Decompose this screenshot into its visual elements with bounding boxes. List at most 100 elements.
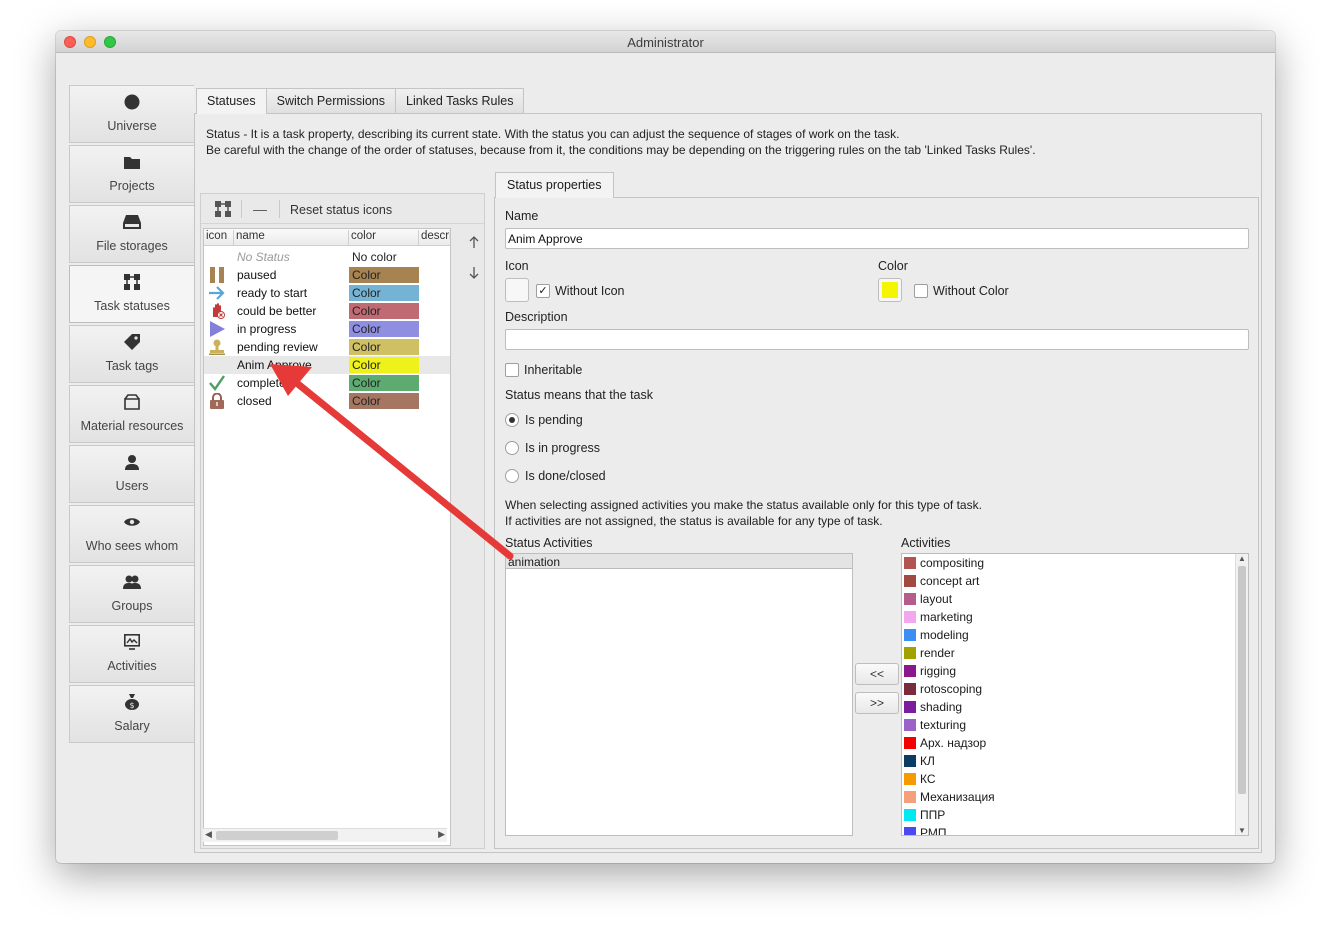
horizontal-scrollbar[interactable]: ◀ ▶ [203,828,447,842]
sidebar-item-task-tags[interactable]: Task tags [69,325,194,383]
color-picker-button[interactable] [878,278,902,302]
list-item[interactable]: concept art [904,572,979,590]
activities-note-line-2: If activities are not assigned, the stat… [505,514,883,528]
remove-status-button[interactable]: — [251,200,269,218]
sidebar-item-label: Universe [107,119,157,133]
scrollbar-thumb[interactable] [216,831,338,840]
sidebar-item-universe[interactable]: Universe [69,85,194,143]
sidebar-item-material-resources[interactable]: Material resources [69,385,194,443]
tab-linked-tasks-rules[interactable]: Linked Tasks Rules [395,88,525,113]
icon-picker-button[interactable] [505,278,529,302]
list-item[interactable]: РМП [904,824,947,835]
table-row[interactable]: ready to start Color [204,284,450,302]
list-item[interactable]: marketing [904,608,973,626]
is-pending-radio[interactable] [505,413,519,427]
without-color-checkbox[interactable] [914,284,928,298]
is-in-progress-radio[interactable] [505,441,519,455]
list-item[interactable]: rotoscoping [904,680,982,698]
scroll-right-icon[interactable]: ▶ [438,829,445,840]
move-down-button[interactable] [466,265,482,281]
scrollbar-thumb[interactable] [1238,566,1246,794]
sidebar-item-groups[interactable]: Groups [69,565,194,623]
status-name: No Status [237,250,290,264]
activities-label: Activities [901,536,951,550]
table-row[interactable]: closed Color [204,392,450,410]
scroll-down-icon[interactable]: ▼ [1238,826,1246,835]
status-name: Anim Approve [237,358,312,372]
info-line-1: Status - It is a task property, describi… [206,127,900,141]
list-item[interactable]: rigging [904,662,956,680]
tab-switch-permissions[interactable]: Switch Permissions [265,88,397,113]
status-activities-list[interactable]: animation [505,553,853,836]
status-color-cell[interactable]: Color [349,393,419,409]
list-item[interactable]: Механизация [904,788,995,806]
column-header-name[interactable]: name [234,230,349,246]
without-icon-checkbox[interactable]: ✓ [536,284,550,298]
list-item[interactable]: ППР [904,806,945,824]
sidebar-item-salary[interactable]: $ Salary [69,685,194,743]
sidebar-item-projects[interactable]: Projects [69,145,194,203]
sidebar-item-users[interactable]: Users [69,445,194,503]
tab-statuses[interactable]: Statuses [196,88,267,114]
list-item[interactable]: shading [904,698,962,716]
list-item[interactable]: layout [904,590,952,608]
list-item[interactable]: animation [508,554,560,571]
table-header: icon name color descri [204,229,450,246]
status-color-cell[interactable]: Color [349,303,419,319]
activities-list[interactable]: compositing concept art layout marketing… [901,553,1249,836]
tab-status-properties[interactable]: Status properties [495,172,614,198]
table-row[interactable]: No Status No color [204,248,450,266]
status-color-cell[interactable]: Color [349,339,419,355]
sidebar-item-who-sees-whom[interactable]: Who sees whom [69,505,194,563]
list-item[interactable]: Арх. надзор [904,734,986,752]
list-item[interactable]: КС [904,770,936,788]
move-up-button[interactable] [466,234,482,250]
remove-activity-button[interactable]: >> [855,692,899,714]
status-properties-panel: Name Anim Approve Icon ✓ Without Icon Co… [494,197,1259,849]
table-row-selected[interactable]: Anim Approve Color [204,356,450,374]
play-icon [208,321,226,337]
info-text: Status - It is a task property, describi… [206,126,1036,158]
status-color-cell[interactable]: Color [349,375,419,391]
name-field[interactable]: Anim Approve [505,228,1249,249]
sidebar-item-task-statuses[interactable]: Task statuses [69,265,194,323]
tag-icon [70,334,194,350]
list-item[interactable]: render [904,644,955,662]
description-field[interactable] [505,329,1249,350]
vertical-scrollbar[interactable]: ▲ ▼ [1235,554,1248,835]
list-item[interactable]: КЛ [904,752,935,770]
status-name: closed [237,394,272,408]
status-color-cell[interactable]: Color [349,357,419,373]
sidebar-item-activities[interactable]: Activities [69,625,194,683]
add-activity-button[interactable]: << [855,663,899,685]
table-row[interactable]: could be better Color [204,302,450,320]
status-color-cell[interactable]: Color [349,285,419,301]
inheritable-checkbox[interactable] [505,363,519,377]
status-color-cell[interactable]: No color [349,249,419,265]
status-name: pending review [237,340,318,354]
status-color-cell[interactable]: Color [349,267,419,283]
color-label: Color [878,259,908,273]
column-header-icon[interactable]: icon [204,230,234,246]
sidebar-item-file-storages[interactable]: File storages [69,205,194,263]
add-status-button[interactable] [213,200,233,218]
sidebar-item-label: Users [115,479,149,493]
table-row[interactable]: in progress Color [204,320,450,338]
info-line-2: Be careful with the change of the order … [206,143,1036,157]
column-header-description[interactable]: descri [419,230,450,246]
main-area: Statuses Switch Permissions Linked Tasks… [194,85,1262,853]
reset-status-icons-button[interactable]: Reset status icons [290,203,392,217]
is-done-closed-radio[interactable] [505,469,519,483]
table-row[interactable]: paused Color [204,266,450,284]
status-name: paused [237,268,277,282]
list-item[interactable]: texturing [904,716,966,734]
status-color-cell[interactable]: Color [349,321,419,337]
sidebar-item-label: File storages [96,239,168,253]
scroll-left-icon[interactable]: ◀ [205,829,212,840]
table-row[interactable]: complete Color [204,374,450,392]
table-row[interactable]: pending review Color [204,338,450,356]
column-header-color[interactable]: color [349,230,419,246]
scroll-up-icon[interactable]: ▲ [1238,554,1246,563]
list-item[interactable]: compositing [904,554,984,572]
list-item[interactable]: modeling [904,626,969,644]
